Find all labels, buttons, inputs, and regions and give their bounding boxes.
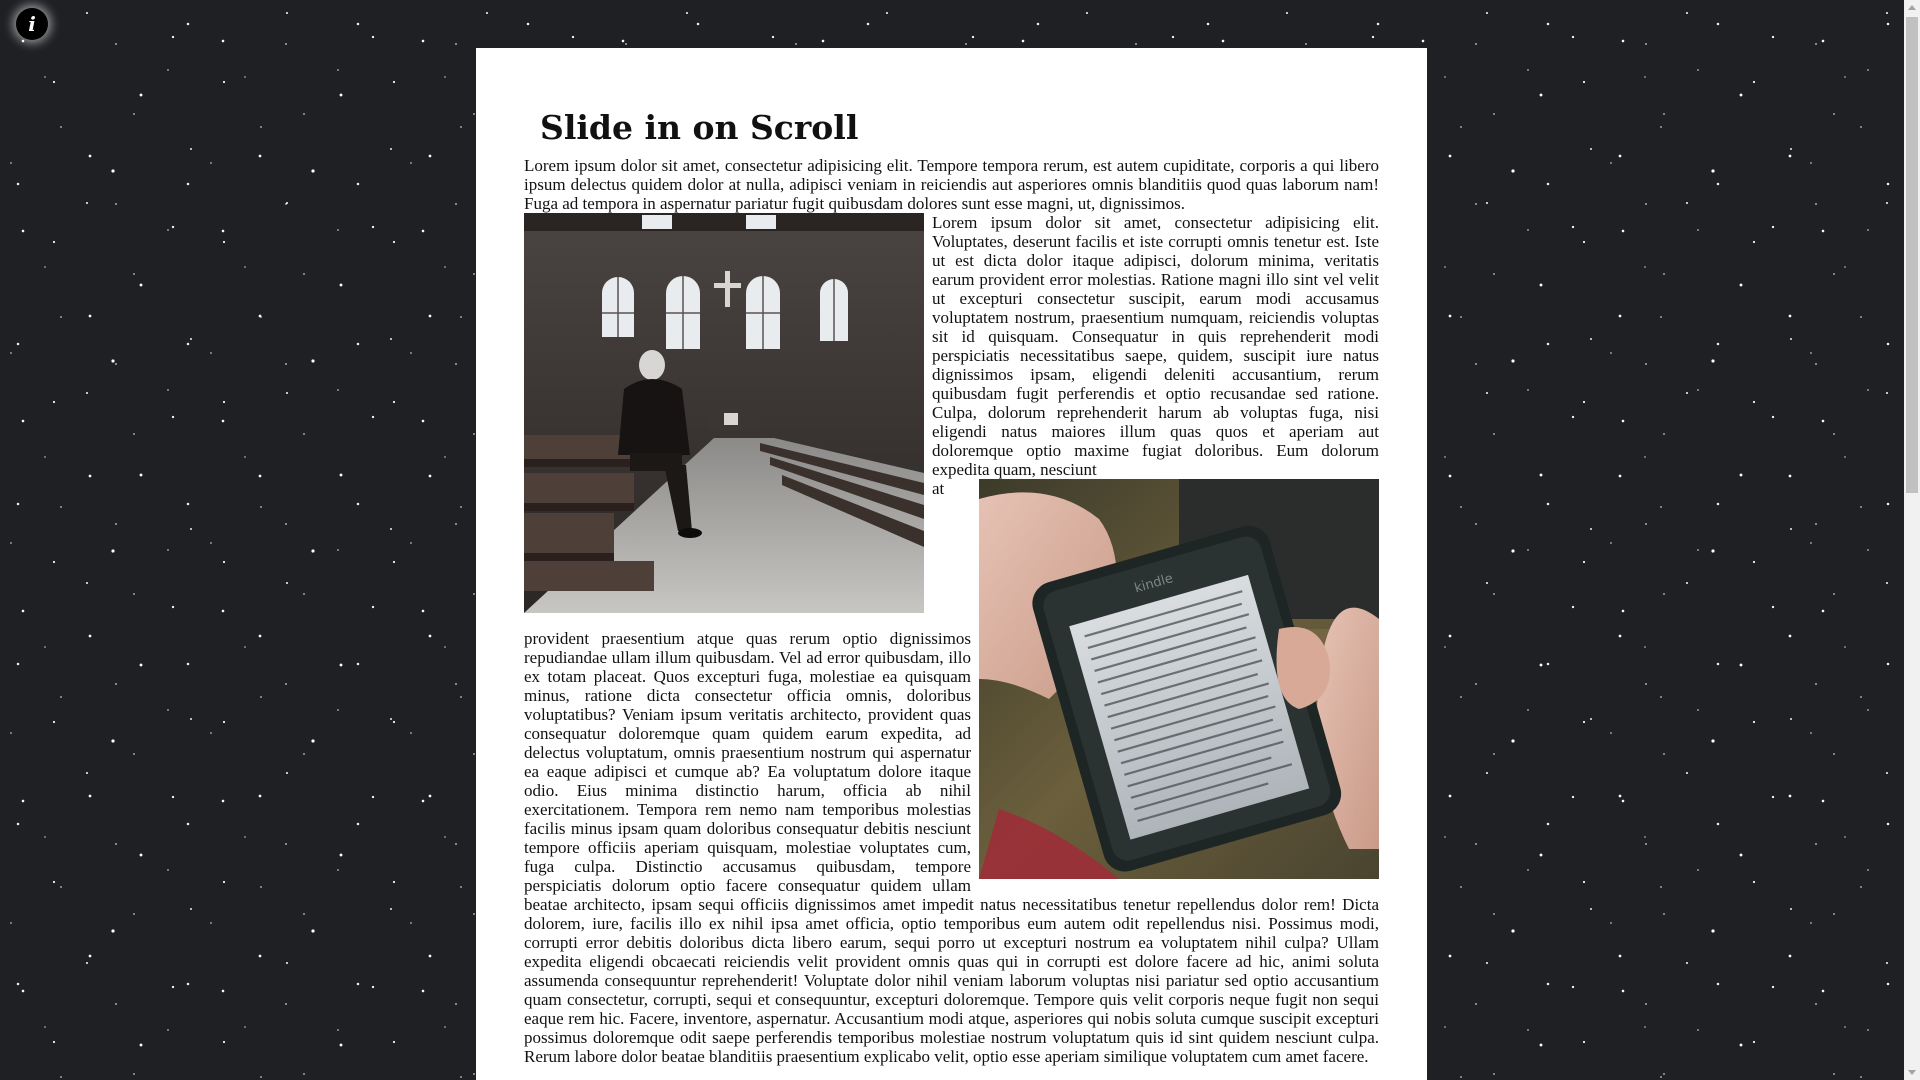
ereader-photo: kindle	[979, 479, 1379, 879]
article-content: Slide in on Scroll Lorem ipsum dolor sit…	[524, 48, 1379, 1066]
scroll-up-arrow-icon[interactable]	[1908, 5, 1916, 10]
vertical-scrollbar[interactable]	[1904, 0, 1920, 1080]
info-button[interactable]: i	[16, 8, 48, 40]
church-photo	[524, 213, 924, 613]
info-icon: i	[28, 12, 36, 36]
scrollbar-thumb[interactable]	[1906, 17, 1918, 493]
article-paragraph-1: Lorem ipsum dolor sit amet, consectetur …	[524, 156, 1379, 213]
scroll-down-arrow-icon[interactable]	[1908, 1070, 1916, 1075]
church-photo-icon	[524, 213, 924, 613]
page-title: Slide in on Scroll	[540, 108, 859, 147]
article-page: Slide in on Scroll Lorem ipsum dolor sit…	[476, 48, 1427, 1080]
ereader-photo-icon: kindle	[979, 479, 1379, 879]
